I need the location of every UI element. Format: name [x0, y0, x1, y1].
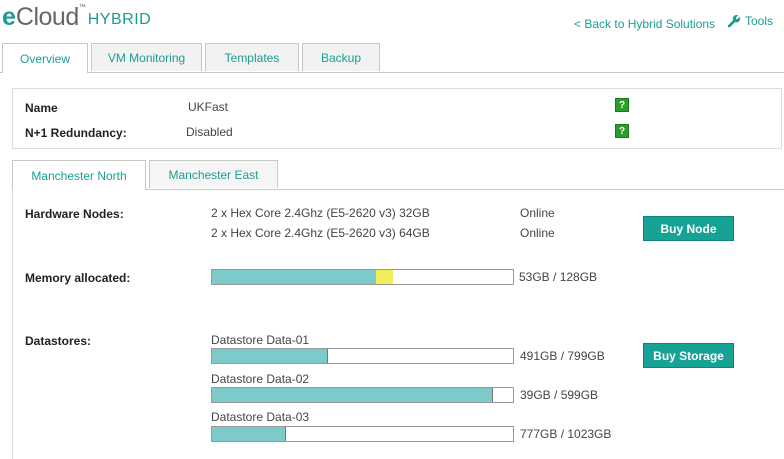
tab-manchester-north[interactable]: Manchester North	[12, 160, 146, 190]
datastore-usage-fill	[212, 349, 329, 363]
tab-bar-line	[0, 72, 784, 73]
tab-overview[interactable]: Overview	[2, 43, 88, 73]
node-spec: 2 x Hex Core 2.4Ghz (E5-2620 v3) 64GB	[211, 226, 430, 240]
memory-usage-bar	[211, 269, 514, 285]
tab-templates[interactable]: Templates	[205, 43, 299, 71]
name-value: UKFast	[188, 100, 229, 114]
logo-cloud: Cloud	[15, 3, 79, 31]
datastore-usage-text: 39GB / 599GB	[520, 388, 599, 402]
datastore-usage-bar	[211, 348, 514, 364]
datastore-usage-bar	[211, 387, 514, 403]
datastore-name: Datastore Data-01	[211, 333, 310, 347]
redundancy-label: N+1 Redundancy:	[25, 126, 127, 140]
tools-menu[interactable]: Tools	[727, 14, 773, 28]
ecloud-hybrid-logo: e Cloud ™ HYBRID	[2, 2, 151, 38]
datastore-name: Datastore Data-02	[211, 372, 310, 386]
memory-allocated-label: Memory allocated:	[25, 271, 131, 285]
redundancy-help-icon[interactable]: ?	[615, 124, 629, 138]
datastore-usage-fill	[212, 388, 494, 402]
logo-trademark: ™	[78, 4, 86, 11]
memory-pending-fill	[376, 270, 393, 284]
wrench-icon	[727, 14, 741, 28]
datastore-name: Datastore Data-03	[211, 410, 310, 424]
tab-manchester-east[interactable]: Manchester East	[149, 160, 278, 188]
datastore-usage-text: 777GB / 1023GB	[520, 427, 612, 441]
tab-backup[interactable]: Backup	[302, 43, 380, 71]
solution-info-panel	[12, 88, 782, 149]
memory-used-fill	[212, 270, 377, 284]
name-label: Name	[25, 101, 58, 115]
datastores-label: Datastores:	[25, 334, 92, 348]
name-help-icon[interactable]: ?	[615, 98, 629, 112]
tab-vm-monitoring[interactable]: VM Monitoring	[91, 43, 202, 71]
node-status: Online	[520, 226, 555, 240]
logo-hybrid: HYBRID	[87, 11, 152, 28]
buy-node-button[interactable]: Buy Node	[643, 216, 734, 241]
buy-storage-button[interactable]: Buy Storage	[643, 343, 734, 368]
node-spec: 2 x Hex Core 2.4Ghz (E5-2620 v3) 32GB	[211, 206, 430, 220]
memory-usage-text: 53GB / 128GB	[519, 270, 598, 284]
datastore-usage-bar	[211, 426, 514, 442]
tools-label: Tools	[745, 14, 774, 28]
back-to-hybrid-solutions-link[interactable]: < Back to Hybrid Solutions	[574, 17, 715, 31]
datastore-usage-text: 491GB / 799GB	[520, 349, 605, 363]
hardware-nodes-label: Hardware Nodes:	[25, 207, 124, 221]
redundancy-value: Disabled	[186, 125, 233, 139]
logo-e: e	[2, 3, 16, 31]
datastore-usage-fill	[212, 427, 286, 441]
node-status: Online	[520, 206, 555, 220]
